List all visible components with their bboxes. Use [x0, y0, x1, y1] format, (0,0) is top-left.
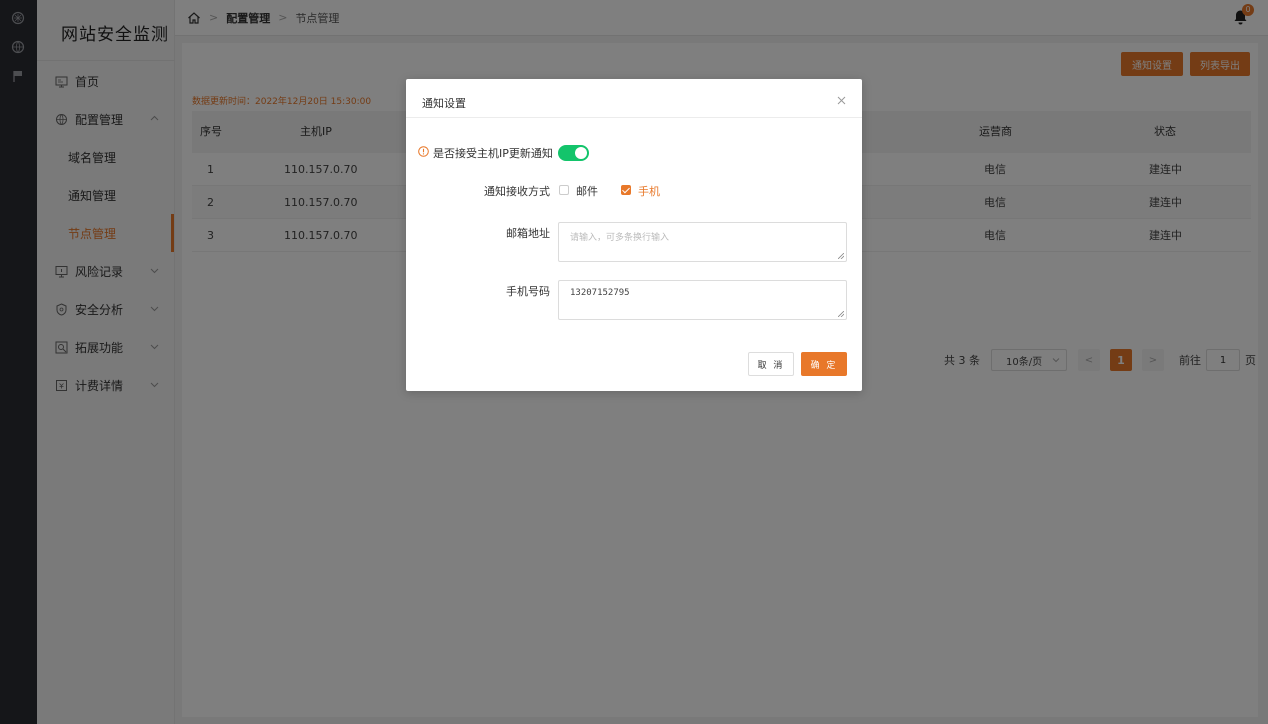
divider [406, 117, 862, 118]
dialog-title: 通知设置 [422, 97, 466, 110]
switch-knob [575, 147, 587, 159]
notify-settings-dialog: 通知设置 是否接受主机IP更新通知 通知接收方式 邮件 手机 邮箱地址 请输入，… [406, 79, 862, 391]
resize-handle-icon[interactable] [838, 253, 844, 259]
email-address-label: 邮箱地址 [506, 227, 550, 240]
email-checkbox[interactable] [559, 185, 569, 195]
email-option-label[interactable]: 邮件 [576, 183, 598, 199]
phone-number-label: 手机号码 [506, 285, 550, 298]
confirm-button[interactable]: 确 定 [801, 352, 847, 376]
phone-checkbox[interactable] [621, 185, 631, 195]
phone-option-label[interactable]: 手机 [638, 183, 660, 199]
cancel-button[interactable]: 取 消 [748, 352, 794, 376]
resize-handle-icon[interactable] [838, 311, 844, 317]
warning-icon [418, 146, 429, 157]
close-icon[interactable] [837, 96, 846, 105]
method-label: 通知接收方式 [484, 185, 550, 198]
accept-notify-switch[interactable] [558, 145, 589, 161]
email-address-input[interactable]: 请输入，可多条换行输入 [558, 222, 847, 262]
accept-notify-label: 是否接受主机IP更新通知 [433, 147, 553, 160]
phone-number-input[interactable]: 13207152795 [558, 280, 847, 320]
